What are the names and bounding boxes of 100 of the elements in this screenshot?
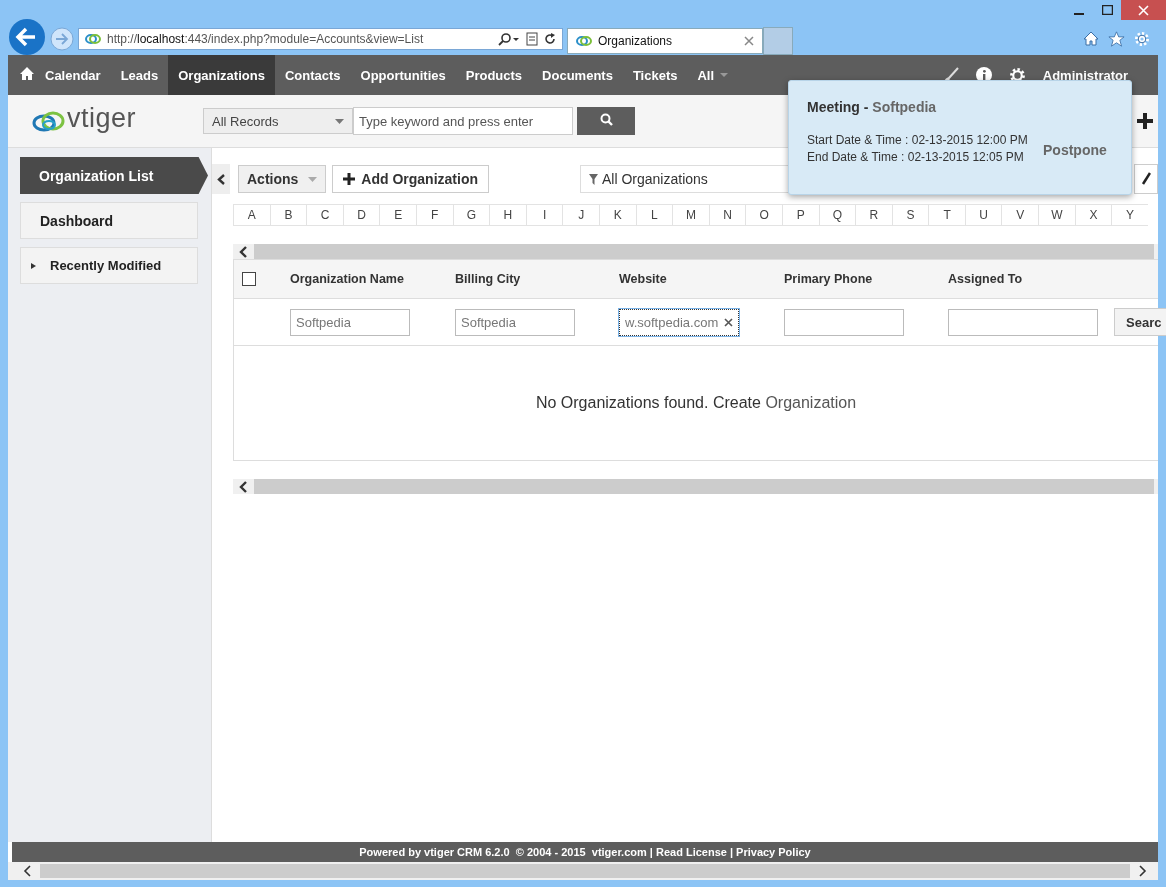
filter-field[interactable] bbox=[948, 308, 1098, 336]
search-icon[interactable] bbox=[498, 31, 520, 46]
empty-message: No Organizations found. Create Organization bbox=[535, 394, 857, 412]
popup-title: Meeting bbox=[807, 99, 860, 115]
column-header[interactable]: Organization Name bbox=[290, 272, 455, 286]
footer-text: Powered by vtiger CRM 6.2.0 © 2004 - 2015 vtiger.com | Read License | Privacy Policy bbox=[359, 846, 811, 858]
site-icon bbox=[576, 33, 592, 48]
nav-tab[interactable]: Documents bbox=[532, 55, 623, 95]
letter-filter[interactable]: H bbox=[489, 204, 526, 226]
end-time-text: End Date & Time : 02-13-2015 12:05 PM bbox=[807, 149, 1025, 166]
site-icon bbox=[85, 31, 101, 46]
letter-filter[interactable]: T bbox=[928, 204, 965, 226]
filter-field[interactable]: Softpedia bbox=[290, 308, 410, 336]
search-field[interactable]: Type keyword and press enter bbox=[353, 107, 573, 135]
letter-filter[interactable]: Q bbox=[818, 204, 856, 226]
letter-filter[interactable]: K bbox=[598, 204, 636, 226]
sidebar-item[interactable]: Recently Modified bbox=[20, 247, 198, 284]
close-icon bbox=[1138, 4, 1149, 16]
url-text: http://localhost:443/index.php?module=Accounts&view=List bbox=[107, 31, 425, 46]
letter-filter[interactable]: V bbox=[1001, 204, 1039, 226]
letter-filter[interactable]: R bbox=[855, 204, 892, 226]
postpone-button[interactable]: Postpone bbox=[1043, 142, 1107, 158]
column-header[interactable]: Billing City bbox=[455, 272, 619, 286]
minimize-icon bbox=[1074, 13, 1084, 15]
title-separator: - bbox=[863, 99, 869, 115]
letter-filter[interactable]: F bbox=[415, 204, 453, 226]
star-icon[interactable] bbox=[1108, 30, 1125, 47]
filter-field[interactable]: w.softpedia.com bbox=[619, 308, 739, 336]
user-menu[interactable]: Administrator bbox=[1042, 67, 1128, 83]
expand-icon bbox=[31, 262, 36, 269]
filter-field[interactable]: Softpedia bbox=[455, 308, 575, 336]
caret-icon bbox=[308, 176, 318, 182]
popup-subject: Softpedia bbox=[872, 99, 937, 115]
scroll-right-icon[interactable] bbox=[1138, 865, 1148, 877]
close-tab-icon[interactable] bbox=[744, 35, 754, 46]
sidebar-item[interactable]: Organization List bbox=[20, 157, 208, 194]
scrollbar[interactable] bbox=[40, 864, 1130, 878]
search-button[interactable] bbox=[577, 107, 635, 135]
nav-tab[interactable]: Contacts bbox=[274, 55, 351, 95]
wrench-button[interactable] bbox=[1134, 164, 1158, 194]
create-organization-link[interactable]: Organization bbox=[765, 394, 857, 411]
letter-filter[interactable]: X bbox=[1074, 204, 1112, 226]
home-icon[interactable] bbox=[1083, 30, 1099, 46]
column-header[interactable]: Assigned To bbox=[948, 272, 1114, 286]
nav-tab[interactable]: Tickets bbox=[622, 55, 688, 95]
refresh-icon[interactable] bbox=[544, 32, 556, 45]
letter-filter[interactable]: B bbox=[269, 204, 307, 226]
collapse-button[interactable] bbox=[212, 164, 230, 194]
letter-filter[interactable]: S bbox=[891, 204, 929, 226]
filter-field[interactable] bbox=[784, 308, 904, 336]
letter-filter[interactable]: G bbox=[452, 204, 490, 226]
letter-filter[interactable]: O bbox=[745, 204, 782, 226]
address-bar[interactable]: http://localhost:443/index.php?module=Accounts&view=List bbox=[78, 27, 563, 50]
column-header[interactable]: Website bbox=[619, 272, 784, 286]
caret-icon bbox=[335, 118, 344, 124]
letter-filter[interactable]: L bbox=[635, 204, 673, 226]
caret-icon bbox=[720, 73, 729, 77]
letter-filter[interactable]: C bbox=[306, 204, 343, 226]
search-button[interactable]: Searc bbox=[1114, 308, 1166, 336]
letter-filter[interactable]: N bbox=[708, 204, 746, 226]
select-all-checkbox[interactable] bbox=[242, 272, 256, 286]
scrollbar[interactable] bbox=[254, 479, 1154, 494]
letter-filter[interactable]: M bbox=[672, 204, 709, 226]
add-organization-button[interactable]: Add Organization bbox=[332, 165, 489, 193]
sidebar-item[interactable]: Dashboard bbox=[20, 202, 198, 239]
letter-filter[interactable]: P bbox=[781, 204, 819, 226]
plus-icon bbox=[343, 173, 356, 185]
letter-filter[interactable]: Y bbox=[1111, 204, 1148, 226]
maximize-icon bbox=[1101, 5, 1113, 15]
home-icon[interactable] bbox=[19, 65, 35, 81]
letter-filter[interactable]: D bbox=[342, 204, 380, 226]
vtiger-logo[interactable]: vtiger bbox=[31, 108, 203, 134]
nav-tab[interactable]: Organizations bbox=[168, 55, 275, 95]
letter-filter[interactable]: W bbox=[1038, 204, 1075, 226]
nav-tab[interactable]: Products bbox=[455, 55, 533, 95]
nav-tab[interactable]: Opportunities bbox=[350, 55, 456, 95]
plus-icon[interactable] bbox=[1136, 112, 1154, 130]
column-header[interactable]: Primary Phone bbox=[784, 272, 948, 286]
nav-tab[interactable]: Leads bbox=[110, 55, 169, 95]
nav-tab[interactable]: Calendar bbox=[35, 55, 111, 95]
letter-filter[interactable]: U bbox=[964, 204, 1002, 226]
settings-icon[interactable] bbox=[1134, 30, 1150, 47]
compat-icon[interactable] bbox=[526, 31, 538, 46]
search-icon bbox=[599, 113, 613, 126]
letter-filter[interactable]: E bbox=[379, 204, 416, 226]
chevron-left-icon bbox=[217, 173, 225, 185]
scroll-left-icon[interactable] bbox=[238, 245, 248, 258]
filter-icon bbox=[589, 173, 598, 185]
record-type-dropdown[interactable]: All Records bbox=[203, 108, 353, 134]
clear-icon[interactable] bbox=[724, 317, 733, 327]
nav-tab[interactable]: All bbox=[687, 55, 739, 95]
scroll-left-icon[interactable] bbox=[22, 865, 32, 877]
back-button[interactable] bbox=[8, 17, 46, 56]
scrollbar[interactable] bbox=[254, 244, 1154, 259]
letter-filter[interactable]: A bbox=[233, 204, 270, 226]
scroll-left-icon[interactable] bbox=[238, 480, 248, 493]
actions-button[interactable]: Actions bbox=[238, 165, 327, 193]
letter-filter[interactable]: J bbox=[562, 204, 599, 226]
browser-tab[interactable]: Organizations bbox=[567, 27, 763, 54]
letter-filter[interactable]: I bbox=[525, 204, 563, 226]
